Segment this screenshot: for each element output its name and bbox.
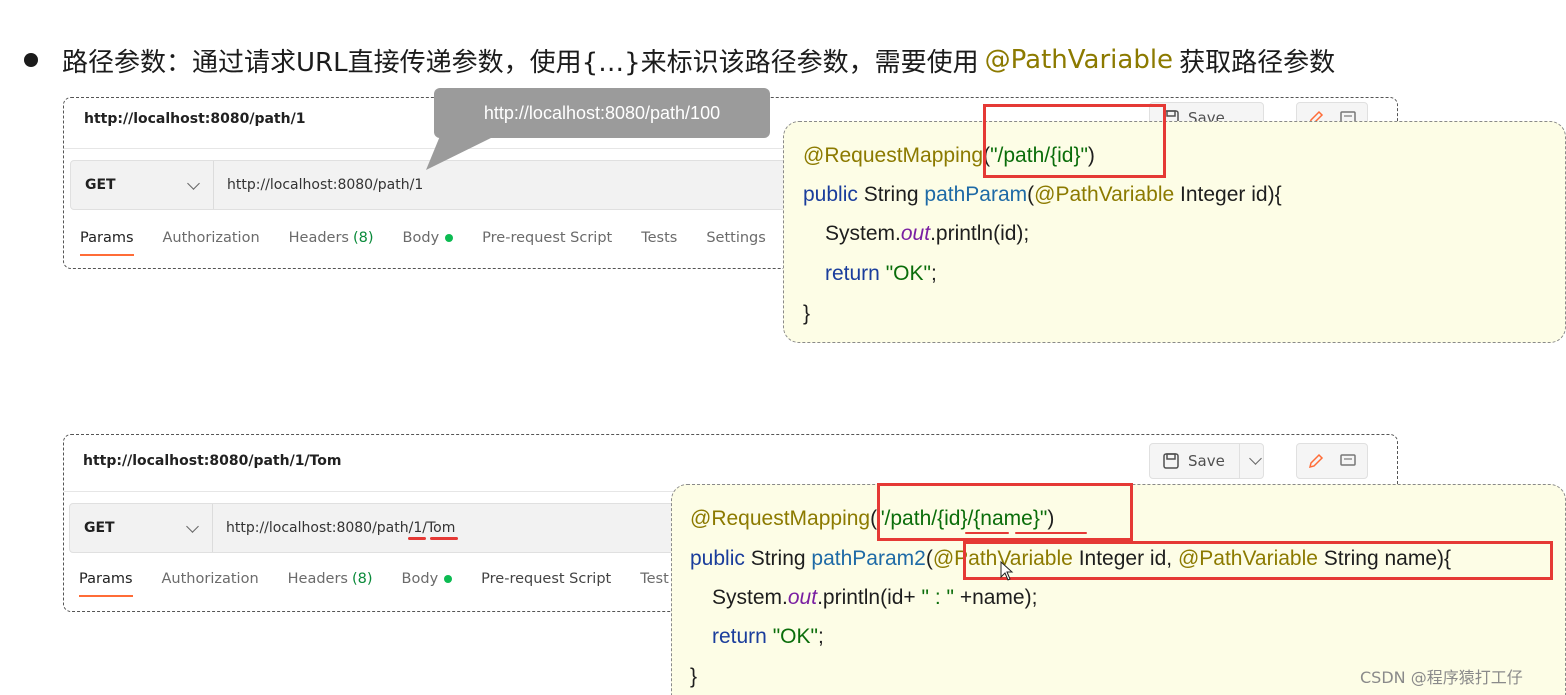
bullet-icon [24,53,38,67]
body-status-dot-icon [444,575,453,583]
divider [212,504,213,552]
tab-pre-request-script[interactable]: Pre-request Script [481,571,611,587]
chevron-down-icon[interactable] [1248,452,1262,465]
save-button[interactable]: Save [1149,443,1264,479]
headers-count: (8) [353,230,374,246]
underline-id [408,537,426,540]
code-line: public String pathParam(@PathVariable In… [803,183,1282,206]
tab-headers[interactable]: Headers (8) [289,230,374,246]
divider [213,161,214,209]
method-select[interactable]: GET [85,177,116,193]
code-line: } [803,302,811,325]
save-icon [1163,453,1179,469]
code-line: System.out.println(id); [825,222,1030,245]
underline-name [1015,532,1087,534]
underline-name [430,537,458,540]
underline-id [965,532,1009,534]
tab-body[interactable]: Body [402,571,453,587]
edit-icon[interactable] [1307,452,1325,470]
heading-annotation: @PathVariable [984,45,1174,75]
request-tabs: Params Authorization Headers (8) Body Pre… [79,571,698,597]
save-label: Save [1188,452,1225,470]
tab-params[interactable]: Params [79,571,133,597]
heading-text: 路径参数：通过请求URL直接传递参数，使用{…}来标识该路径参数，需要使用 [62,47,979,78]
method-select[interactable]: GET [84,520,115,536]
side-actions [1296,443,1368,479]
tooltip-text: http://localhost:8080/path/100 [483,102,721,123]
chevron-down-icon[interactable] [187,177,200,190]
request-title[interactable]: http://localhost:8080/path/1/Tom [83,453,341,469]
headers-count: (8) [352,571,373,587]
code-line: System.out.println(id+ " : " +name); [712,586,1038,609]
comment-icon[interactable] [1339,452,1357,470]
highlight-box-params [963,541,1553,580]
heading-suffix: 获取路径参数 [1179,47,1336,78]
url-input[interactable]: http://localhost:8080/path/1 [227,177,423,193]
tab-authorization[interactable]: Authorization [163,230,260,246]
request-tabs: Params Authorization Headers (8) Body Pre… [80,230,795,256]
tab-headers[interactable]: Headers (8) [288,571,373,587]
tab-authorization[interactable]: Authorization [162,571,259,587]
request-title[interactable]: http://localhost:8080/path/1 [84,111,305,127]
code-snippet-1: @RequestMapping("/path/{id}") public Str… [783,121,1566,343]
section-heading: 路径参数：通过请求URL直接传递参数，使用{…}来标识该路径参数，需要使用 @P… [24,38,1335,82]
code-line: return "OK"; [825,262,937,285]
tab-params[interactable]: Params [80,230,134,256]
mouse-cursor-icon [1000,561,1014,581]
body-status-dot-icon [445,234,454,242]
tab-body[interactable]: Body [403,230,454,246]
divider [1238,443,1240,479]
url-input[interactable]: http://localhost:8080/path/1/Tom [226,520,455,536]
tab-settings[interactable]: Settings [706,230,765,246]
tooltip-pointer [426,136,495,170]
code-line: } [690,665,698,688]
tab-tests[interactable]: Test [640,571,669,587]
highlight-box-path [983,104,1166,178]
watermark: CSDN @程序猿打工仔 [1360,668,1523,687]
url-tooltip: http://localhost:8080/path/100 [434,88,770,138]
code-line: return "OK"; [712,625,824,648]
chevron-down-icon[interactable] [186,520,199,533]
tab-tests[interactable]: Tests [641,230,677,246]
tab-pre-request-script[interactable]: Pre-request Script [482,230,612,246]
